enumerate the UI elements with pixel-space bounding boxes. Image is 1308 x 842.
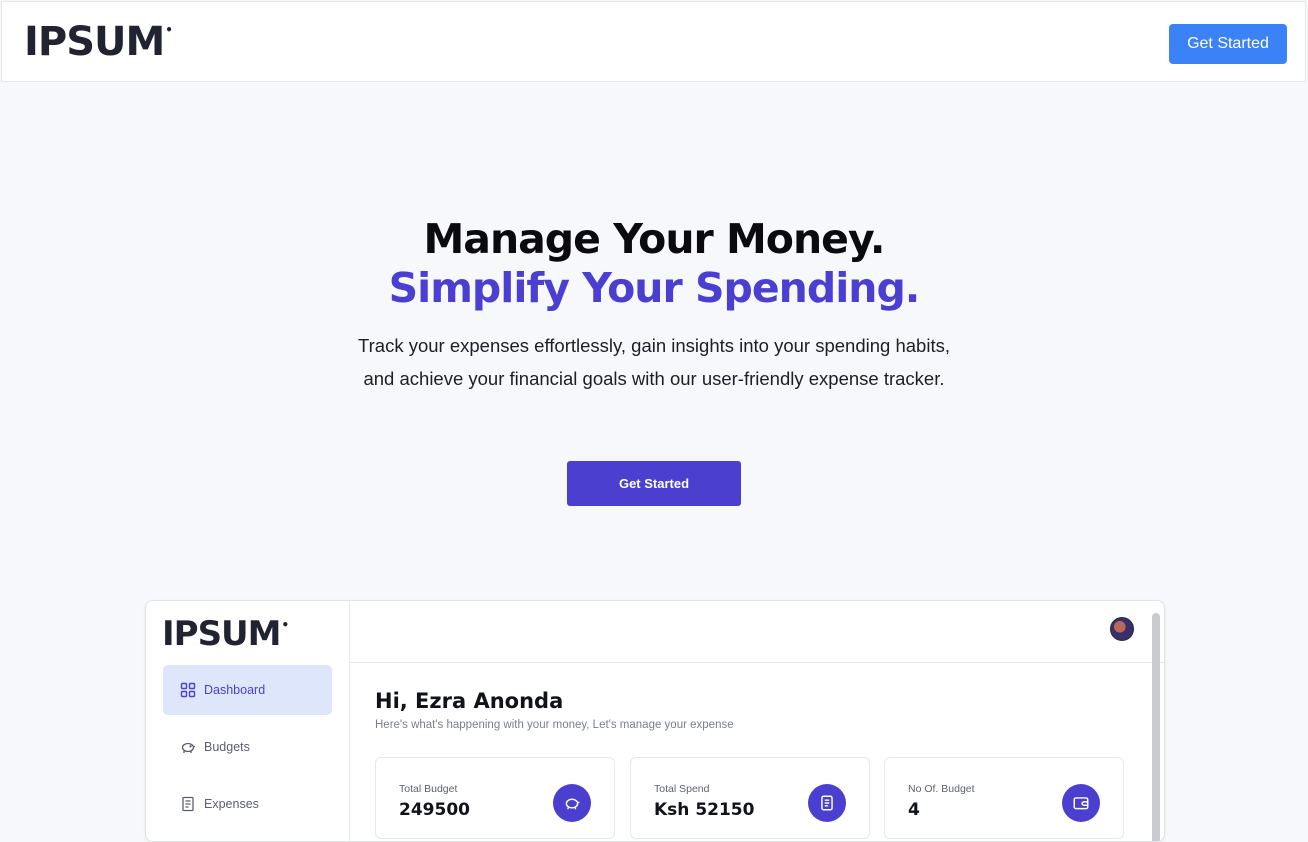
sidebar-item-expenses[interactable]: Expenses [163,779,332,829]
wallet-icon [1062,784,1100,822]
stat-card-total-spend: Total Spend Ksh 52150 [630,757,870,839]
get-started-hero-button[interactable]: Get Started [567,461,741,506]
stat-value: 4 [908,800,920,820]
stat-value: Ksh 52150 [654,800,755,820]
stat-card-no-of-budget: No Of. Budget 4 [884,757,1124,839]
sidebar-item-label: Expenses [204,797,259,811]
piggy-bank-icon [553,784,591,822]
stat-label: Total Spend [654,783,710,795]
hero-title-line1: Manage Your Money. [423,215,885,263]
preview-header [349,601,1164,663]
hero-section: Manage Your Money. Simplify Your Spendin… [0,215,1308,395]
hero-title-line2: Simplify Your Spending. [388,264,921,312]
scrollbar[interactable] [1152,613,1160,841]
piggy-bank-icon [180,739,196,755]
preview-main: Hi, Ezra Anonda Here's what's happening … [349,601,1164,841]
dashboard-preview: IPSUM• Dashboard Budgets Expenses Hi, Ez… [145,600,1165,842]
greeting-title: Hi, Ezra Anonda [375,689,564,713]
hero-description: Track your expenses effortlessly, gain i… [358,335,950,389]
top-navbar: IPSUM• Get Started [1,1,1306,82]
greeting-subtitle: Here's what's happening with your money,… [375,719,734,731]
sidebar-item-budgets[interactable]: Budgets [163,722,332,772]
preview-sidebar: IPSUM• Dashboard Budgets Expenses [146,601,350,841]
preview-logo: IPSUM• [162,614,289,654]
stat-label: No Of. Budget [908,783,975,795]
receipt-icon [808,784,846,822]
receipt-icon [180,796,196,812]
stat-card-total-budget: Total Budget 249500 [375,757,615,839]
get-started-nav-button[interactable]: Get Started [1169,24,1287,64]
sidebar-item-label: Dashboard [204,683,266,697]
grid-icon [180,682,196,698]
sidebar-item-label: Budgets [204,740,250,754]
avatar[interactable] [1110,617,1134,641]
sidebar-item-dashboard[interactable]: Dashboard [163,665,332,715]
stat-label: Total Budget [399,783,458,795]
brand-logo[interactable]: IPSUM• [24,22,173,62]
stat-value: 249500 [399,800,470,820]
